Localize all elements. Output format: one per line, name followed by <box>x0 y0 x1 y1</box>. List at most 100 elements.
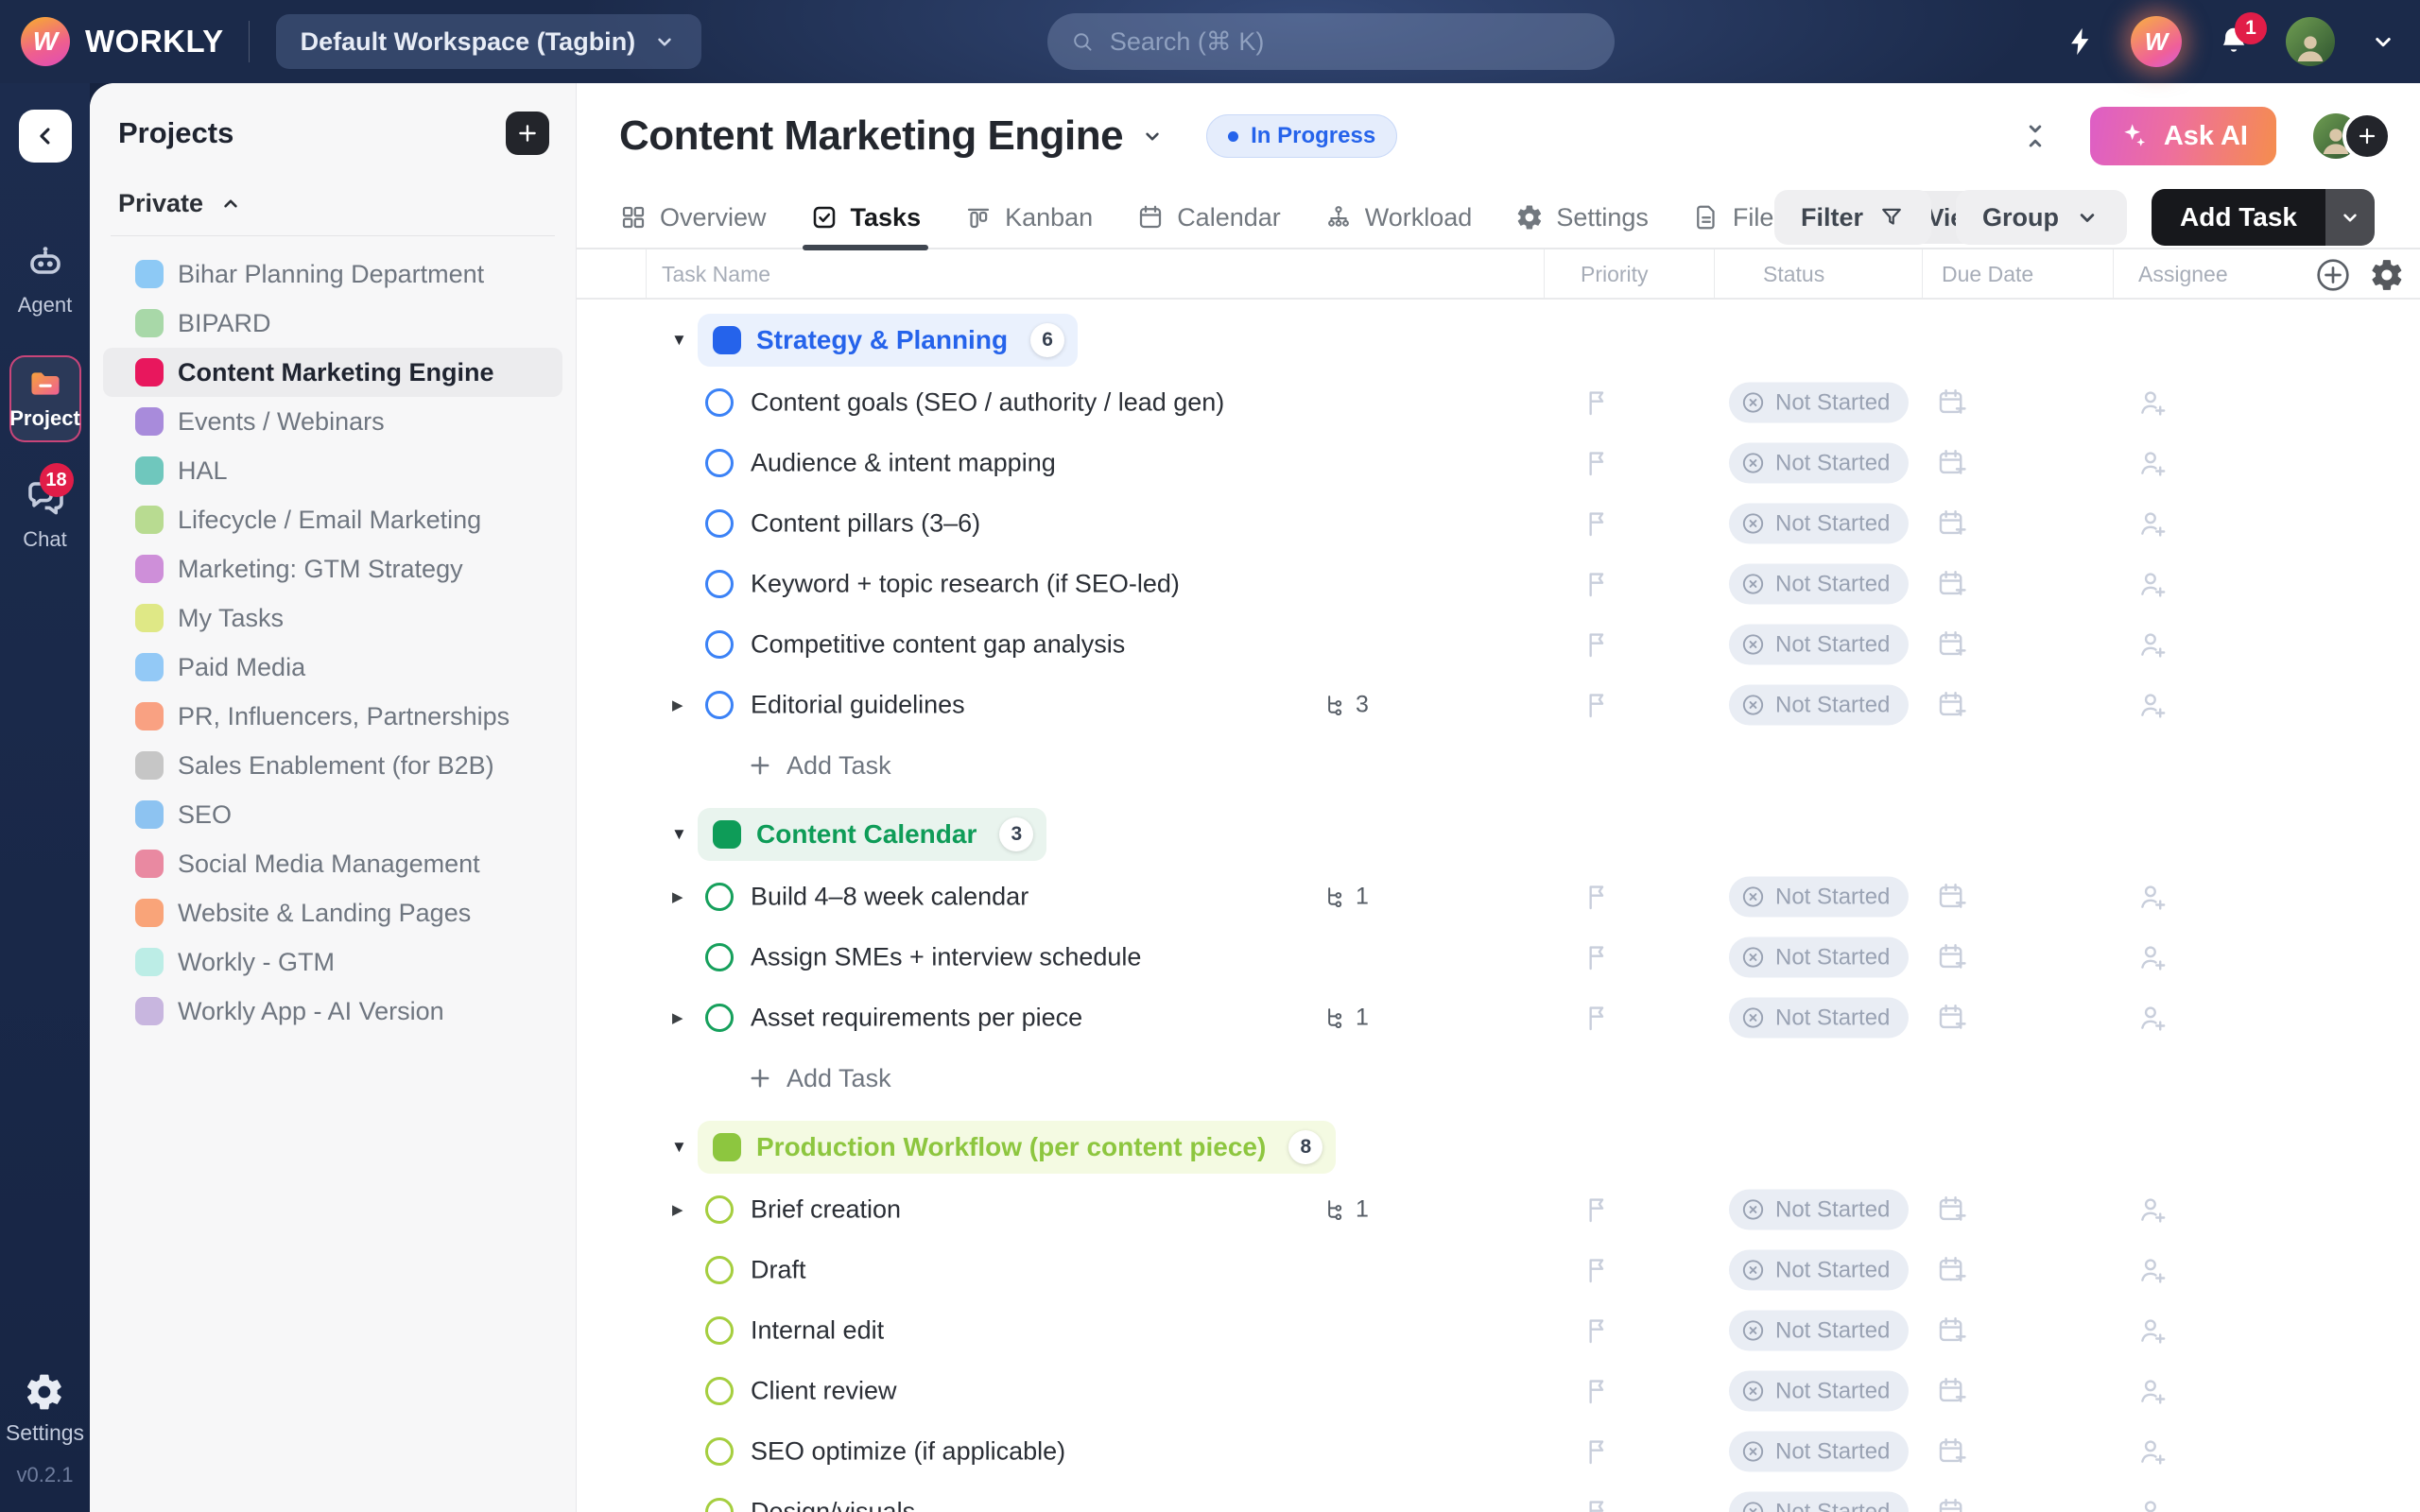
group-collapse-icon[interactable]: ▼ <box>671 825 687 844</box>
expand-subtasks-icon[interactable]: ▶ <box>672 696 683 713</box>
group-header[interactable]: Strategy & Planning 6 <box>698 314 1078 367</box>
sidebar-item-project[interactable]: Sales Enablement (for B2B) <box>103 741 562 790</box>
task-status-circle[interactable] <box>705 1316 734 1345</box>
collapse-header-icon[interactable] <box>2020 121 2050 151</box>
task-row[interactable]: Content goals (SEO / authority / lead ge… <box>577 372 2420 433</box>
status-pill[interactable]: Not Started <box>1729 504 1909 544</box>
status-pill[interactable]: Not Started <box>1729 685 1909 726</box>
sidebar-item-project[interactable]: PR, Influencers, Partnerships <box>103 692 562 741</box>
status-pill[interactable]: Not Started <box>1729 877 1909 918</box>
ask-ai-button[interactable]: Ask AI <box>2090 107 2276 165</box>
assign-user-icon[interactable] <box>2136 1002 2169 1034</box>
assign-user-icon[interactable] <box>2136 507 2169 540</box>
set-due-date-icon[interactable] <box>1936 1254 1968 1286</box>
rail-item-agent[interactable]: Agent <box>18 240 73 318</box>
table-settings-gear-icon[interactable] <box>2369 257 2405 293</box>
task-row[interactable]: ▶ Editorial guidelines 3 Not Started <box>577 675 2420 735</box>
set-due-date-icon[interactable] <box>1936 447 1968 479</box>
sidebar-item-project[interactable]: Lifecycle / Email Marketing <box>103 495 562 544</box>
add-task-split-button[interactable]: Add Task <box>2152 189 2375 246</box>
expand-subtasks-icon[interactable]: ▶ <box>672 1201 683 1218</box>
priority-flag-icon[interactable] <box>1582 1315 1613 1346</box>
tab-calendar[interactable]: Calendar <box>1136 187 1281 248</box>
set-due-date-icon[interactable] <box>1936 1002 1968 1034</box>
sidebar-item-project[interactable]: Workly App - AI Version <box>103 987 562 1036</box>
tab-files[interactable]: Files <box>1692 187 1787 248</box>
set-due-date-icon[interactable] <box>1936 881 1968 913</box>
group-header[interactable]: Production Workflow (per content piece) … <box>698 1121 1336 1174</box>
task-status-circle[interactable] <box>705 1256 734 1284</box>
add-column-icon[interactable] <box>2314 256 2352 294</box>
subtask-count[interactable]: 1 <box>1322 884 1369 911</box>
sidebar-item-project[interactable]: Bihar Planning Department <box>103 249 562 299</box>
project-status-badge[interactable]: In Progress <box>1206 114 1397 158</box>
priority-flag-icon[interactable] <box>1582 1497 1613 1512</box>
status-pill[interactable]: Not Started <box>1729 1250 1909 1291</box>
priority-flag-icon[interactable] <box>1582 882 1613 912</box>
search-input[interactable] <box>1110 27 1592 57</box>
status-pill[interactable]: Not Started <box>1729 625 1909 665</box>
status-pill[interactable]: Not Started <box>1729 443 1909 484</box>
add-member-button[interactable] <box>2342 112 2392 161</box>
assign-user-icon[interactable] <box>2136 1375 2169 1407</box>
status-pill[interactable]: Not Started <box>1729 998 1909 1039</box>
task-status-circle[interactable] <box>705 630 734 659</box>
assign-user-icon[interactable] <box>2136 1194 2169 1226</box>
task-row[interactable]: Audience & intent mapping Not Started <box>577 433 2420 493</box>
task-row[interactable]: Client review Not Started <box>577 1361 2420 1421</box>
priority-flag-icon[interactable] <box>1582 569 1613 599</box>
user-avatar[interactable] <box>2286 17 2335 66</box>
sidebar-item-project[interactable]: Events / Webinars <box>103 397 562 446</box>
assign-user-icon[interactable] <box>2136 689 2169 721</box>
priority-flag-icon[interactable] <box>1582 1255 1613 1285</box>
sidebar-item-project[interactable]: Workly - GTM <box>103 937 562 987</box>
task-row[interactable]: Internal edit Not Started <box>577 1300 2420 1361</box>
priority-flag-icon[interactable] <box>1582 508 1613 539</box>
group-button[interactable]: Group <box>1956 190 2127 245</box>
set-due-date-icon[interactable] <box>1936 689 1968 721</box>
app-logo[interactable]: W WORKLY <box>21 17 224 66</box>
rail-item-chat[interactable]: 18 Chat <box>23 474 68 552</box>
column-assignee[interactable]: Assignee <box>2138 249 2228 300</box>
priority-flag-icon[interactable] <box>1582 1194 1613 1225</box>
task-row[interactable]: ▶ Build 4–8 week calendar 1 Not Started <box>577 867 2420 927</box>
workly-assistant-button[interactable]: W <box>2131 16 2182 67</box>
task-status-circle[interactable] <box>705 1195 734 1224</box>
task-row[interactable]: ▶ Asset requirements per piece 1 Not Sta… <box>577 988 2420 1048</box>
task-status-circle[interactable] <box>705 388 734 417</box>
assign-user-icon[interactable] <box>2136 628 2169 661</box>
sidebar-item-project[interactable]: Social Media Management <box>103 839 562 888</box>
task-status-circle[interactable] <box>705 943 734 971</box>
task-status-circle[interactable] <box>705 1498 734 1512</box>
assign-user-icon[interactable] <box>2136 568 2169 600</box>
set-due-date-icon[interactable] <box>1936 507 1968 540</box>
sidebar-item-project[interactable]: Website & Landing Pages <box>103 888 562 937</box>
lightning-icon[interactable] <box>2065 26 2097 58</box>
status-pill[interactable]: Not Started <box>1729 1432 1909 1472</box>
title-chevron-icon[interactable] <box>1140 124 1165 148</box>
priority-flag-icon[interactable] <box>1582 629 1613 660</box>
task-status-circle[interactable] <box>705 1377 734 1405</box>
sidebar-item-project[interactable]: Paid Media <box>103 643 562 692</box>
assign-user-icon[interactable] <box>2136 447 2169 479</box>
collapse-sidebar-button[interactable] <box>19 110 72 163</box>
assign-user-icon[interactable] <box>2136 387 2169 419</box>
sidebar-item-project[interactable]: My Tasks <box>103 593 562 643</box>
task-row[interactable]: Keyword + topic research (if SEO-led) No… <box>577 554 2420 614</box>
priority-flag-icon[interactable] <box>1582 1376 1613 1406</box>
assign-user-icon[interactable] <box>2136 1254 2169 1286</box>
global-search[interactable] <box>1047 13 1615 70</box>
assign-user-icon[interactable] <box>2136 1435 2169 1468</box>
set-due-date-icon[interactable] <box>1936 1435 1968 1468</box>
set-due-date-icon[interactable] <box>1936 628 1968 661</box>
task-row[interactable]: SEO optimize (if applicable) Not Started <box>577 1421 2420 1482</box>
set-due-date-icon[interactable] <box>1936 1194 1968 1226</box>
expand-subtasks-icon[interactable]: ▶ <box>672 1009 683 1026</box>
task-row[interactable]: Design/visuals Not Started <box>577 1482 2420 1512</box>
task-row[interactable]: Draft Not Started <box>577 1240 2420 1300</box>
group-collapse-icon[interactable]: ▼ <box>671 1138 687 1157</box>
task-row[interactable]: Assign SMEs + interview schedule Not Sta… <box>577 927 2420 988</box>
priority-flag-icon[interactable] <box>1582 387 1613 418</box>
task-row[interactable]: Content pillars (3–6) Not Started <box>577 493 2420 554</box>
assign-user-icon[interactable] <box>2136 881 2169 913</box>
